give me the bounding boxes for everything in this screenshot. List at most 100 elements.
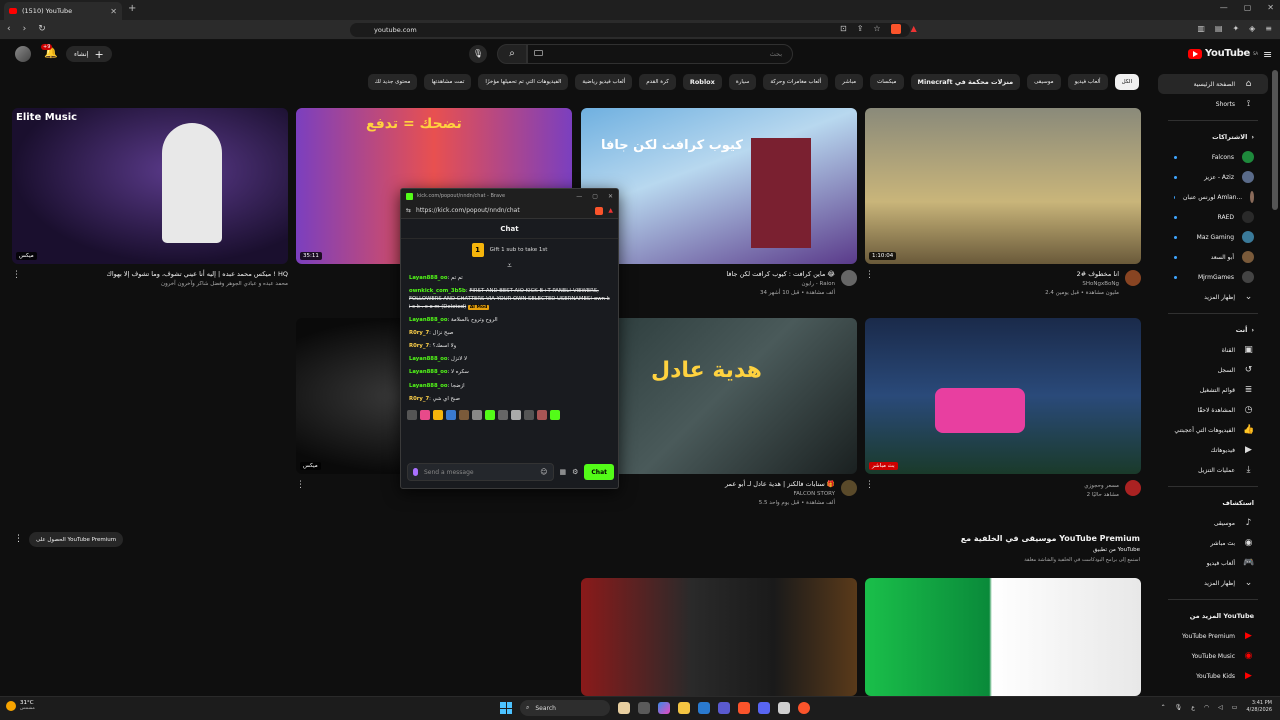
reload-icon[interactable]: ↻: [38, 24, 46, 34]
sidebar-item-explore[interactable]: إظهار المزيد ⌄: [1158, 573, 1268, 593]
settings-gear-icon[interactable]: ⚙: [572, 468, 578, 476]
minimize-icon[interactable]: —: [576, 193, 582, 200]
emote-icon[interactable]: [433, 409, 443, 420]
emote-icon[interactable]: [459, 409, 469, 420]
wallet-icon[interactable]: ▤: [1215, 24, 1223, 33]
chat-message-input[interactable]: Send a message ☺: [407, 463, 554, 481]
browser-tab-youtube[interactable]: (1510) YouTube ✕: [4, 2, 122, 20]
video-card[interactable]: Elite Music ميكس ميكس محمد عبده | إليه أ…: [12, 108, 288, 287]
get-premium-button[interactable]: الحصول على YouTube Premium: [29, 532, 124, 547]
filter-chip[interactable]: سيارة: [728, 74, 757, 90]
chat-username[interactable]: R0ry_7: [409, 330, 429, 336]
tray-chevron-icon[interactable]: ⌃: [1161, 704, 1166, 711]
chat-username[interactable]: Layan888_oo: [409, 383, 448, 389]
leo-icon[interactable]: ✦: [1232, 24, 1239, 33]
brave-shield-icon[interactable]: [890, 24, 901, 34]
video-thumbnail[interactable]: [581, 578, 857, 696]
sidebar-item-you[interactable]: فيديوهاتك ▶: [1158, 440, 1268, 460]
sidebar-item-you[interactable]: القناة ▣: [1158, 340, 1268, 360]
gift-sub-banner[interactable]: 1 Gift 1 sub to take 1st: [401, 239, 618, 261]
battery-icon[interactable]: ▭: [1232, 704, 1238, 711]
video-thumbnail[interactable]: [865, 578, 1141, 696]
video-title[interactable]: ماين كرافت : كيوب كرافت لكن جافا 😂: [581, 270, 835, 278]
guide-menu-icon[interactable]: ≡: [1263, 48, 1272, 61]
clock[interactable]: 3:41 PM 4/28/2026: [1246, 700, 1272, 714]
voice-search-mic-icon[interactable]: 🎙: [469, 45, 487, 63]
chat-username[interactable]: R0ry_7: [409, 343, 429, 349]
filter-chip[interactable]: كرة القدم: [639, 74, 676, 90]
gift-icon[interactable]: ▦: [560, 468, 567, 476]
premium-video-card[interactable]: [865, 578, 1141, 696]
premium-more-icon[interactable]: ⋮: [14, 534, 23, 544]
emote-icon[interactable]: [472, 409, 482, 420]
video-card[interactable]: بث مباشر مسعر وحجوزي 2 مشاهد حاليًا ⋮: [865, 318, 1141, 498]
pinned-toggle-icon[interactable]: ⩡: [401, 261, 618, 275]
back-icon[interactable]: ‹: [7, 24, 11, 34]
taskbar-search[interactable]: ⌕ Search: [520, 700, 610, 716]
filter-chip[interactable]: ميكسات: [870, 74, 904, 90]
bookmark-star-icon[interactable]: ☆: [873, 24, 880, 34]
video-title[interactable]: ميكس محمد عبده | إليه أنا عيني تشوف، وما…: [26, 270, 288, 278]
brave-window-icon[interactable]: [798, 702, 810, 714]
emote-icon[interactable]: [446, 409, 456, 420]
filter-chip[interactable]: الكل: [1114, 74, 1139, 90]
chat-username[interactable]: Layan888_oo: [409, 356, 448, 362]
video-thumbnail[interactable]: Elite Music ميكس: [12, 108, 288, 264]
channel-avatar[interactable]: [841, 270, 857, 286]
video-card[interactable]: كيوب كرافت لكن جافا ماين كرافت : كيوب كر…: [581, 108, 857, 296]
forward-icon[interactable]: ›: [23, 24, 27, 34]
share-icon[interactable]: ⇪: [857, 24, 864, 34]
page-scrollbar[interactable]: [1272, 70, 1278, 210]
more-actions-icon[interactable]: ⋮: [12, 270, 21, 287]
subscriptions-heading[interactable]: الاشتراكات ›: [1158, 127, 1268, 147]
emote-icon[interactable]: [511, 409, 521, 420]
brave-rewards-icon[interactable]: ▲: [911, 24, 917, 34]
filter-chip[interactable]: محتوى جديد لك: [367, 74, 418, 90]
video-channel[interactable]: FALCON STORY: [595, 491, 835, 497]
video-channel[interactable]: محمد عبده و عبادي الجوهر وفضل شاكر وآخرو…: [26, 281, 288, 287]
url-field[interactable]: youtube.com: [350, 23, 910, 37]
copilot-icon[interactable]: [658, 702, 670, 714]
volume-icon[interactable]: ◁: [1218, 704, 1223, 711]
sidebar-item-explore[interactable]: ألعاب فيديو 🎮: [1158, 553, 1268, 573]
new-tab-button[interactable]: +: [128, 3, 136, 14]
chat-username[interactable]: Layan888_oo: [409, 275, 448, 281]
filter-chip[interactable]: ألعاب مغامرات وحركة: [763, 74, 829, 90]
filter-chip[interactable]: Roblox: [682, 74, 722, 90]
search-button[interactable]: ⌕: [497, 44, 527, 64]
video-thumbnail[interactable]: كيوب كرافت لكن جافا: [581, 108, 857, 264]
youtube-logo[interactable]: YouTube SA: [1188, 48, 1258, 59]
chat-username[interactable]: Layan888_oo: [409, 317, 448, 323]
emote-icon[interactable]: [498, 409, 508, 420]
maximize-icon[interactable]: ▢: [1244, 3, 1252, 12]
video-card[interactable]: هدية عادل سنابات فالكنز | هدية عادل لـ أ…: [581, 318, 857, 506]
sidebar-item-explore[interactable]: موسيقى ♪: [1158, 513, 1268, 533]
emote-icon[interactable]: [537, 409, 547, 420]
emote-icon[interactable]: [485, 409, 495, 420]
sidebar-item-more[interactable]: YouTube Premium ▶: [1158, 626, 1268, 646]
sidebar-item-you[interactable]: قوائم التشغيل ≣: [1158, 380, 1268, 400]
video-title[interactable]: انا مخطوف #2: [879, 270, 1119, 278]
sidebar-item-explore[interactable]: بث مباشر ◉: [1158, 533, 1268, 553]
sidebar-item-you[interactable]: عمليات التنزيل ⤓: [1158, 460, 1268, 480]
video-card[interactable]: 1:10:04 انا مخطوف #2 SHoNgxBoNg 2.4 مليو…: [865, 108, 1141, 296]
sidebar-subscription[interactable]: Falcons: [1158, 147, 1268, 167]
sidebar-item-home[interactable]: الصفحة الرئيسية ⌂: [1158, 74, 1268, 94]
brave-rewards-icon[interactable]: ▲: [608, 207, 613, 214]
filter-chip[interactable]: موسيقى: [1027, 74, 1061, 90]
sidebar-item-you[interactable]: الفيديوهات التي أعجبتني 👍: [1158, 420, 1268, 440]
maximize-icon[interactable]: ▢: [592, 193, 598, 200]
close-tab-icon[interactable]: ✕: [110, 7, 117, 16]
menu-icon[interactable]: ≡: [1265, 24, 1272, 33]
chat-username[interactable]: R0ry_7: [409, 396, 429, 402]
mic-tray-icon[interactable]: 🎙: [1175, 704, 1183, 711]
sidebar-item-more[interactable]: YouTube Kids ▶: [1158, 666, 1268, 686]
video-thumbnail[interactable]: 1:10:04: [865, 108, 1141, 264]
video-channel[interactable]: مسعر وحجوزي: [879, 483, 1119, 489]
teams-icon[interactable]: [718, 702, 730, 714]
brave-shield-icon[interactable]: [595, 206, 604, 215]
sidebar-item-shorts[interactable]: Shorts ⟟: [1158, 94, 1268, 114]
sidebar-subscription[interactable]: RAED: [1158, 207, 1268, 227]
lang-indicator[interactable]: ع: [1191, 704, 1195, 711]
emote-icon[interactable]: [407, 409, 417, 420]
